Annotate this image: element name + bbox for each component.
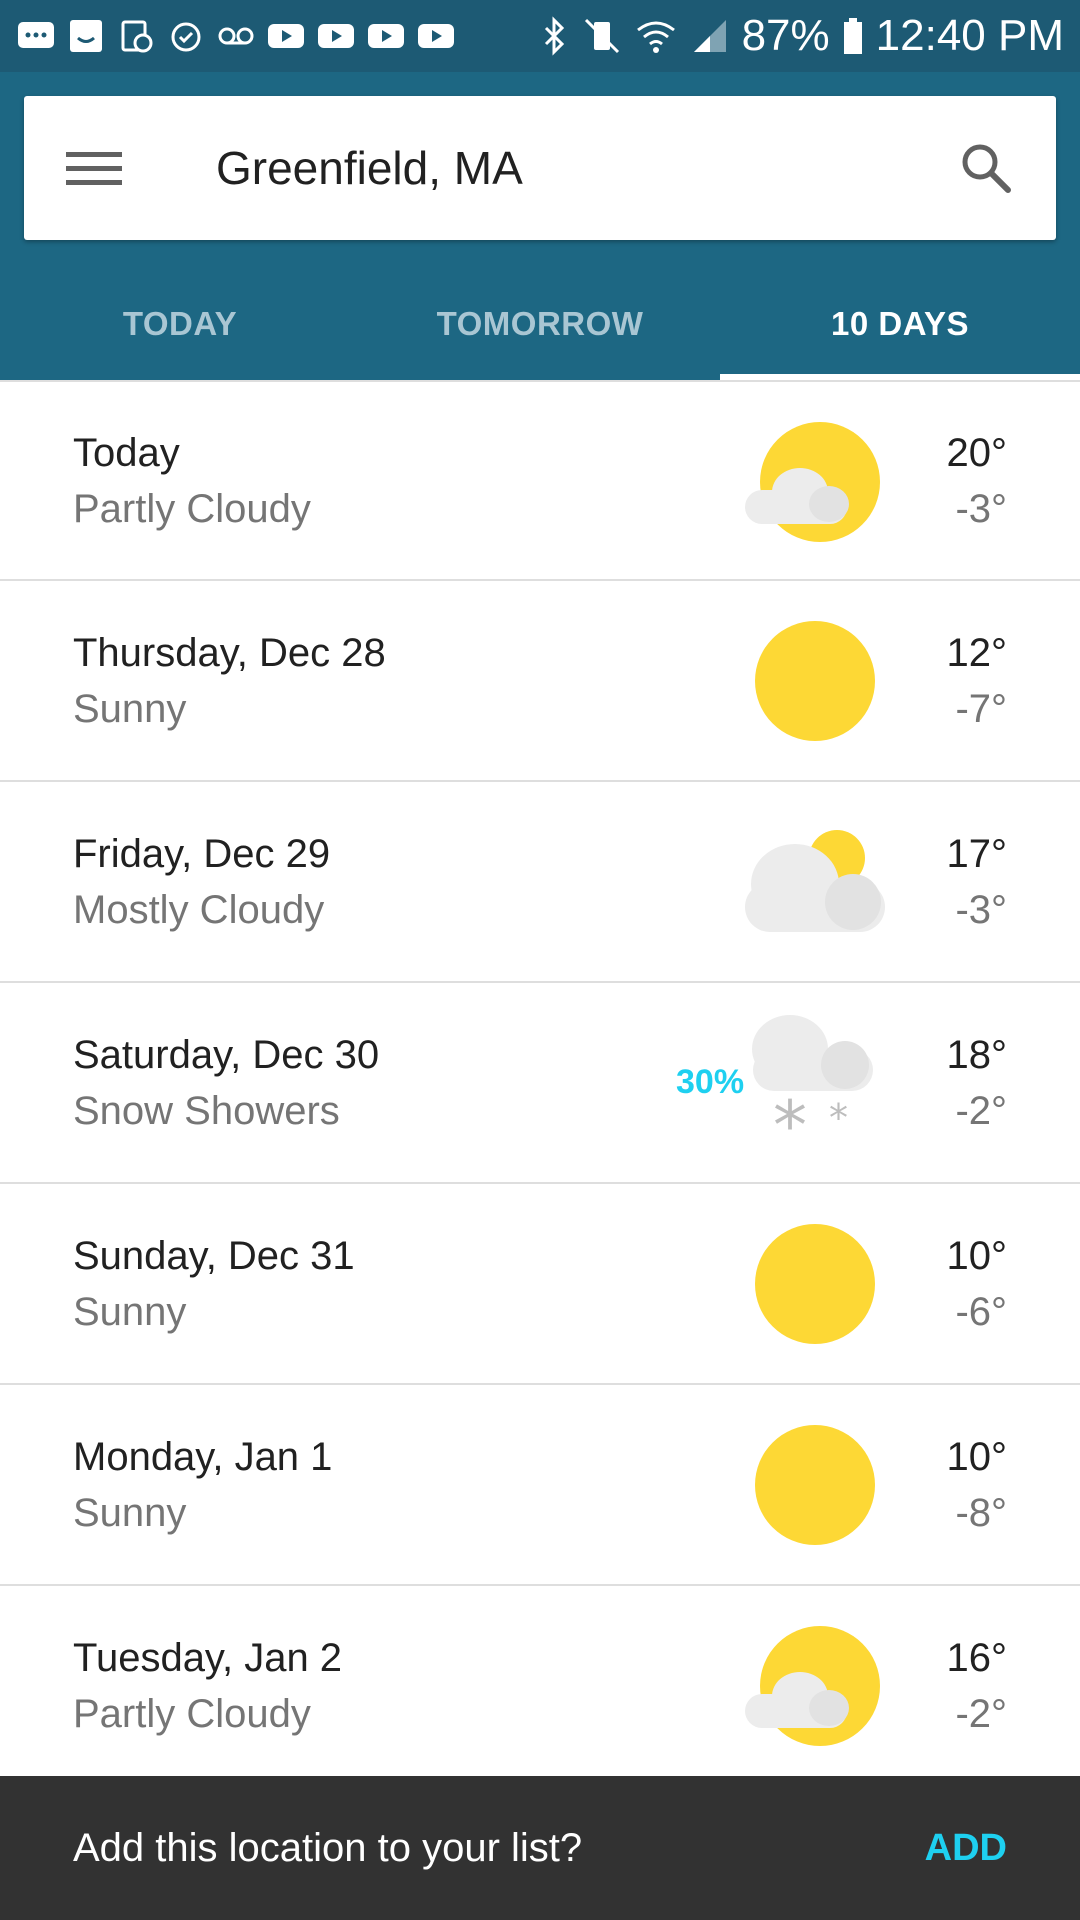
message-icon <box>16 18 56 54</box>
forecast-day: Friday, Dec 29 <box>73 831 331 876</box>
forecast-day-info: Friday, Dec 29 Mostly Cloudy <box>73 826 1080 938</box>
vibrate-mute-icon <box>582 16 622 56</box>
system-status: 87% 12:40 PM <box>540 11 1064 61</box>
calendar-clock-icon <box>116 18 156 54</box>
forecast-row[interactable]: Today Partly Cloudy 20° -3° <box>0 380 1080 581</box>
forecast-day-info: Today Partly Cloudy <box>73 425 1080 537</box>
low-temp: -3° <box>955 887 1007 932</box>
forecast-condition: Partly Cloudy <box>73 486 311 531</box>
low-temp: -3° <box>955 486 1007 531</box>
forecast-row[interactable]: Friday, Dec 29 Mostly Cloudy 17° -3° <box>0 782 1080 983</box>
forecast-condition: Partly Cloudy <box>73 1691 311 1736</box>
youtube-icon <box>416 18 456 54</box>
forecast-condition: Snow Showers <box>73 1088 340 1133</box>
signal-icon <box>690 16 730 56</box>
sun-icon <box>755 1425 875 1545</box>
low-temp: -2° <box>955 1088 1007 1133</box>
hamburger-menu-icon <box>66 152 122 185</box>
forecast-day-info: Thursday, Dec 28 Sunny <box>73 625 1080 737</box>
partly-cloudy-icon <box>745 1626 880 1746</box>
youtube-icon <box>266 18 306 54</box>
search-icon <box>962 144 1011 193</box>
high-temp: 10° <box>946 1233 1008 1278</box>
forecast-day: Tuesday, Jan 2 <box>73 1635 343 1680</box>
forecast-condition: Sunny <box>73 1289 187 1334</box>
high-temp: 17° <box>946 831 1008 876</box>
forecast-day-info: Monday, Jan 1 Sunny <box>73 1429 1080 1541</box>
forecast-day: Monday, Jan 1 <box>73 1434 333 1479</box>
mostly-cloudy-icon <box>745 830 885 932</box>
forecast-day-info: Saturday, Dec 30 Snow Showers <box>73 1027 1080 1139</box>
bluetooth-icon <box>540 16 570 56</box>
forecast-row[interactable]: Thursday, Dec 28 Sunny 12° -7° <box>0 581 1080 782</box>
high-temp: 16° <box>946 1635 1008 1680</box>
clock: 12:40 PM <box>875 11 1064 60</box>
low-temp: -8° <box>955 1490 1007 1535</box>
forecast-day-info: Sunday, Dec 31 Sunny <box>73 1228 1080 1340</box>
forecast-day: Thursday, Dec 28 <box>73 630 386 675</box>
forecast-day: Today <box>73 430 180 475</box>
wifi-icon <box>634 16 678 56</box>
add-button[interactable]: ADD <box>925 1827 1007 1870</box>
forecast-temps: 18° -2° <box>947 1027 1008 1139</box>
forecast-row[interactable]: Saturday, Dec 30 Snow Showers 30% * * 18… <box>0 983 1080 1184</box>
notification-icons <box>16 18 456 54</box>
forecast-day-info: Tuesday, Jan 2 Partly Cloudy <box>73 1630 1080 1742</box>
amazon-icon <box>66 18 106 54</box>
low-temp: -6° <box>955 1289 1007 1334</box>
forecast-temps: 10° -8° <box>947 1429 1008 1541</box>
search-bar[interactable]: Greenfield, MA <box>24 96 1056 240</box>
svg-text:*: * <box>773 1087 807 1153</box>
forecast-temps: 10° -6° <box>947 1228 1008 1340</box>
high-temp: 20° <box>946 430 1008 475</box>
battery-icon <box>842 16 864 56</box>
search-button[interactable] <box>916 96 1056 240</box>
forecast-day: Saturday, Dec 30 <box>73 1032 380 1077</box>
low-temp: -2° <box>955 1691 1007 1736</box>
forecast-condition: Sunny <box>73 686 187 731</box>
tab-tomorrow[interactable]: TOMORROW <box>360 268 720 380</box>
add-location-snackbar: Add this location to your list? ADD <box>0 1776 1080 1920</box>
svg-text:*: * <box>829 1096 848 1140</box>
forecast-temps: 17° -3° <box>947 826 1008 938</box>
sun-icon <box>755 1224 875 1344</box>
forecast-row[interactable]: Sunday, Dec 31 Sunny 10° -6° <box>0 1184 1080 1385</box>
high-temp: 12° <box>946 630 1008 675</box>
forecast-temps: 16° -2° <box>947 1630 1008 1742</box>
forecast-temps: 12° -7° <box>947 625 1008 737</box>
partly-cloudy-icon <box>745 422 880 542</box>
alarm-check-icon <box>166 18 206 54</box>
forecast-temps: 20° -3° <box>947 425 1008 537</box>
high-temp: 10° <box>946 1434 1008 1479</box>
tab-bar: TODAY TOMORROW 10 DAYS <box>0 268 1080 380</box>
sun-icon <box>755 621 875 741</box>
menu-button[interactable] <box>24 96 164 240</box>
youtube-icon <box>316 18 356 54</box>
snackbar-message: Add this location to your list? <box>73 1825 583 1870</box>
high-temp: 18° <box>946 1032 1008 1077</box>
low-temp: -7° <box>955 686 1007 731</box>
forecast-row[interactable]: Monday, Jan 1 Sunny 10° -8° <box>0 1385 1080 1586</box>
youtube-icon <box>366 18 406 54</box>
voicemail-icon <box>216 18 256 54</box>
app-header: Greenfield, MA TODAY TOMORROW 10 DAYS <box>0 72 1080 380</box>
forecast-row[interactable]: Tuesday, Jan 2 Partly Cloudy 16° -2° <box>0 1586 1080 1787</box>
forecast-day: Sunday, Dec 31 <box>73 1233 355 1278</box>
forecast-list: Today Partly Cloudy 20° -3° Thursday, De… <box>0 380 1080 1787</box>
forecast-condition: Sunny <box>73 1490 187 1535</box>
precipitation-chance: 30% <box>676 1063 745 1101</box>
forecast-condition: Mostly Cloudy <box>73 887 325 932</box>
battery-percent: 87% <box>741 11 830 60</box>
tab-10-days[interactable]: 10 DAYS <box>720 268 1080 380</box>
tab-today[interactable]: TODAY <box>0 268 360 380</box>
location-title[interactable]: Greenfield, MA <box>216 141 916 195</box>
status-bar: 87% 12:40 PM <box>0 0 1080 72</box>
snow-showers-icon: * * <box>752 1015 873 1153</box>
